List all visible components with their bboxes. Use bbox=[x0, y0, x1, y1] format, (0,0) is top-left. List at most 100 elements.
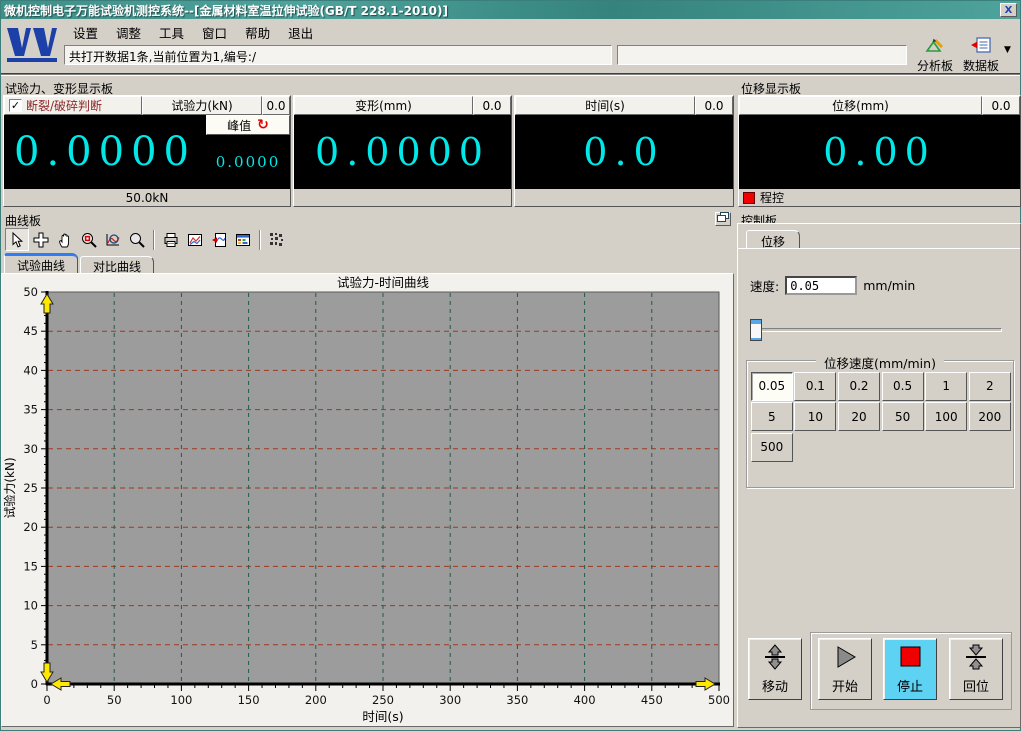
cursor-icon-button[interactable] bbox=[5, 228, 29, 251]
speed-option-0.5[interactable]: 0.5 bbox=[882, 372, 924, 401]
speed-option-100[interactable]: 100 bbox=[925, 402, 967, 431]
deform-header-label: 变形(mm) bbox=[355, 97, 412, 114]
speed-option-5[interactable]: 5 bbox=[751, 402, 793, 431]
stop-button[interactable]: 停止 bbox=[883, 638, 937, 700]
force-header-label: 试验力(kN) bbox=[171, 97, 232, 114]
break-judge-checkbox[interactable]: ✓ bbox=[9, 99, 22, 112]
secondary-field bbox=[617, 45, 907, 65]
print-icon-button[interactable] bbox=[159, 228, 183, 251]
app-window: 微机控制电子万能试验机测控系统--[金属材料室温拉伸试验(GB/T 228.1-… bbox=[0, 0, 1021, 731]
svg-text:0: 0 bbox=[43, 693, 50, 707]
displacement-header-label: 位移(mm) bbox=[832, 97, 889, 114]
data-board-button[interactable]: 数据板 bbox=[957, 37, 1005, 73]
speed-option-2[interactable]: 2 bbox=[969, 372, 1011, 401]
analysis-board-button[interactable]: 分析板 bbox=[911, 37, 959, 73]
time-footer bbox=[515, 189, 733, 206]
home-button[interactable]: 回位 bbox=[949, 638, 1003, 700]
speed-option-0.2[interactable]: 0.2 bbox=[838, 372, 880, 401]
export-curve-icon-button[interactable] bbox=[207, 228, 231, 251]
time-header-button[interactable]: 时间(s) bbox=[515, 96, 695, 115]
program-control-label: 程控 bbox=[760, 189, 784, 206]
move-arrows-icon bbox=[761, 644, 789, 674]
displacement-header-value: 0.0 bbox=[982, 96, 1020, 115]
svg-text:15: 15 bbox=[23, 559, 38, 573]
zoom-box-icon-button[interactable] bbox=[77, 228, 101, 251]
start-button-label: 开始 bbox=[832, 676, 858, 695]
speed-slider-track[interactable] bbox=[752, 328, 1002, 332]
toolbar-dropdown-arrow-icon[interactable]: ▼ bbox=[1004, 45, 1011, 55]
svg-text:0: 0 bbox=[31, 677, 38, 691]
svg-text:10: 10 bbox=[23, 599, 38, 613]
svg-text:35: 35 bbox=[23, 403, 38, 417]
force-display-group: ✓ 断裂/破碎判断 试验力(kN) 0.0 0.0000 峰值 ↻ 0.0000… bbox=[3, 95, 291, 207]
displacement-display-group: 位移(mm) 0.0 0.00 程控 bbox=[738, 95, 1021, 207]
menu-item-调整[interactable]: 调整 bbox=[108, 21, 149, 39]
speed-option-0.05[interactable]: 0.05 bbox=[751, 372, 793, 401]
zoom-curve-icon-button[interactable] bbox=[101, 228, 125, 251]
refresh-icon: ↻ bbox=[257, 117, 269, 133]
zoom-icon-button[interactable] bbox=[125, 228, 149, 251]
speed-slider-thumb[interactable] bbox=[750, 319, 762, 341]
speed-option-500[interactable]: 500 bbox=[751, 433, 793, 462]
force-range-label: 50.0kN bbox=[4, 189, 290, 206]
speed-option-20[interactable]: 20 bbox=[838, 402, 880, 431]
panel-restore-button[interactable] bbox=[715, 212, 731, 226]
svg-text:40: 40 bbox=[23, 363, 38, 377]
curve-tabs: 试验曲线对比曲线 bbox=[4, 253, 156, 274]
speed-unit-label: mm/min bbox=[863, 278, 915, 293]
data-board-icon bbox=[970, 37, 992, 56]
close-button[interactable]: X bbox=[1000, 3, 1017, 17]
deform-value-display: 0.0000 bbox=[294, 115, 511, 189]
force-header-button[interactable]: 试验力(kN) bbox=[142, 96, 262, 115]
menu-item-设置[interactable]: 设置 bbox=[65, 21, 106, 39]
home-button-label: 回位 bbox=[963, 676, 989, 695]
speed-groupbox-title: 位移速度(mm/min) bbox=[816, 353, 944, 372]
menu-item-工具[interactable]: 工具 bbox=[151, 21, 192, 39]
curve-style-icon-button[interactable] bbox=[183, 228, 207, 251]
move-button-label: 移动 bbox=[762, 676, 788, 695]
speed-option-0.1[interactable]: 0.1 bbox=[794, 372, 836, 401]
menu-item-退出[interactable]: 退出 bbox=[280, 21, 321, 39]
force-value-display: 0.0000 bbox=[4, 115, 206, 189]
grid-code-icon-button[interactable] bbox=[265, 228, 289, 251]
deform-footer bbox=[294, 189, 511, 206]
data-window-icon-button[interactable] bbox=[231, 228, 255, 251]
svg-text:350: 350 bbox=[506, 693, 528, 707]
peak-reset-button[interactable]: 峰值 ↻ bbox=[206, 115, 290, 135]
speed-option-200[interactable]: 200 bbox=[969, 402, 1011, 431]
toolbar-separator bbox=[259, 230, 261, 250]
title-bar: 微机控制电子万能试验机测控系统--[金属材料室温拉伸试验(GB/T 228.1-… bbox=[1, 1, 1020, 19]
tab-试验曲线[interactable]: 试验曲线 bbox=[4, 253, 78, 274]
move-button[interactable]: 移动 bbox=[748, 638, 802, 700]
speed-option-10[interactable]: 10 bbox=[794, 402, 836, 431]
data-board-label: 数据板 bbox=[963, 57, 999, 74]
program-control-indicator-icon bbox=[743, 192, 755, 204]
time-header-label: 时间(s) bbox=[585, 97, 625, 114]
tab-displacement[interactable]: 位移 bbox=[746, 230, 800, 249]
speed-option-50[interactable]: 50 bbox=[882, 402, 924, 431]
tab-displacement-label: 位移 bbox=[761, 235, 785, 249]
status-field: 共打开数据1条,当前位置为1,编号:/ bbox=[64, 45, 612, 65]
svg-text:100: 100 bbox=[170, 693, 192, 707]
break-judge-checkbox-row[interactable]: ✓ 断裂/破碎判断 bbox=[4, 96, 142, 115]
displacement-header-button[interactable]: 位移(mm) bbox=[739, 96, 982, 115]
svg-text:25: 25 bbox=[23, 481, 38, 495]
play-icon bbox=[831, 644, 859, 674]
menu-item-帮助[interactable]: 帮助 bbox=[237, 21, 278, 39]
speed-groupbox: 位移速度(mm/min) 0.050.10.20.512510205010020… bbox=[746, 360, 1014, 488]
deform-header-button[interactable]: 变形(mm) bbox=[294, 96, 473, 115]
speed-option-1[interactable]: 1 bbox=[925, 372, 967, 401]
crosshair-icon-button[interactable] bbox=[29, 228, 53, 251]
svg-text:试验力(kN): 试验力(kN) bbox=[2, 457, 17, 518]
deform-display-group: 变形(mm) 0.0 0.0000 bbox=[293, 95, 512, 207]
speed-row: 速度: mm/min bbox=[750, 276, 915, 295]
displacement-value-display: 0.00 bbox=[739, 115, 1020, 189]
force-header-value: 0.0 bbox=[262, 96, 290, 115]
speed-input[interactable] bbox=[785, 276, 857, 295]
start-button[interactable]: 开始 bbox=[818, 638, 872, 700]
pan-hand-icon-button[interactable] bbox=[53, 228, 77, 251]
toolbar-separator bbox=[153, 230, 155, 250]
tab-对比曲线[interactable]: 对比曲线 bbox=[80, 256, 154, 274]
svg-text:300: 300 bbox=[439, 693, 461, 707]
menu-item-窗口[interactable]: 窗口 bbox=[194, 21, 235, 39]
